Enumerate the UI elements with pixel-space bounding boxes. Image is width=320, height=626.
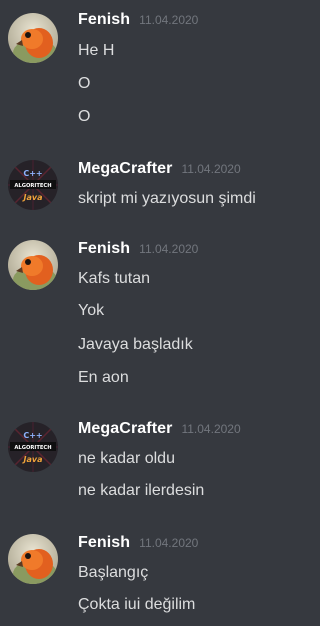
avatar-text-middle: ALGORITECH (14, 183, 51, 189)
avatar-text-bottom: Java (22, 455, 43, 464)
algoritech-logo-icon: C++ ALGORITECH Java (8, 160, 58, 210)
message-text: O (78, 75, 91, 92)
avatar[interactable] (8, 13, 58, 63)
timestamp[interactable]: 11.04.2020 (181, 162, 240, 176)
message-text: Yok (78, 302, 105, 319)
avatar-text-bottom: Java (22, 193, 43, 202)
message-text: Javaya başladık (78, 336, 193, 353)
message-text: En aon (78, 369, 129, 386)
timestamp[interactable]: 11.04.2020 (139, 13, 198, 27)
username[interactable]: MegaCrafter (78, 160, 172, 178)
bird-avatar-icon (8, 240, 58, 290)
avatar[interactable]: C++ ALGORITECH Java (8, 422, 58, 472)
avatar[interactable] (8, 240, 58, 290)
timestamp[interactable]: 11.04.2020 (139, 242, 198, 256)
username[interactable]: Fenish (78, 11, 130, 29)
timestamp[interactable]: 11.04.2020 (181, 422, 240, 436)
avatar-text-top: C++ (23, 431, 42, 440)
username[interactable]: Fenish (78, 534, 130, 552)
message-text: Çokta iui değilim (78, 596, 196, 613)
avatar[interactable]: C++ ALGORITECH Java (8, 160, 58, 210)
message-header: MegaCrafter 11.04.2020 (78, 160, 241, 182)
bird-avatar-icon (8, 13, 58, 63)
message-text: ne kadar ilerdesin (78, 482, 205, 499)
message-header: Fenish 11.04.2020 (78, 11, 198, 33)
message-text: O (78, 108, 91, 125)
message-text: He H (78, 42, 115, 59)
message-text: Kafs tutan (78, 270, 151, 287)
avatar[interactable] (8, 534, 58, 584)
timestamp[interactable]: 11.04.2020 (139, 536, 198, 550)
username[interactable]: Fenish (78, 240, 130, 258)
message-text: Başlangıç (78, 564, 149, 581)
algoritech-logo-icon: C++ ALGORITECH Java (8, 422, 58, 472)
message-header: MegaCrafter 11.04.2020 (78, 420, 241, 442)
username[interactable]: MegaCrafter (78, 420, 172, 438)
avatar-text-top: C++ (23, 169, 42, 178)
message-text: ne kadar oldu (78, 450, 175, 467)
message-header: Fenish 11.04.2020 (78, 240, 198, 262)
message-text: skript mi yazıyosun şimdi (78, 190, 256, 207)
avatar-text-middle: ALGORITECH (14, 445, 51, 451)
bird-avatar-icon (8, 534, 58, 584)
message-header: Fenish 11.04.2020 (78, 534, 198, 556)
